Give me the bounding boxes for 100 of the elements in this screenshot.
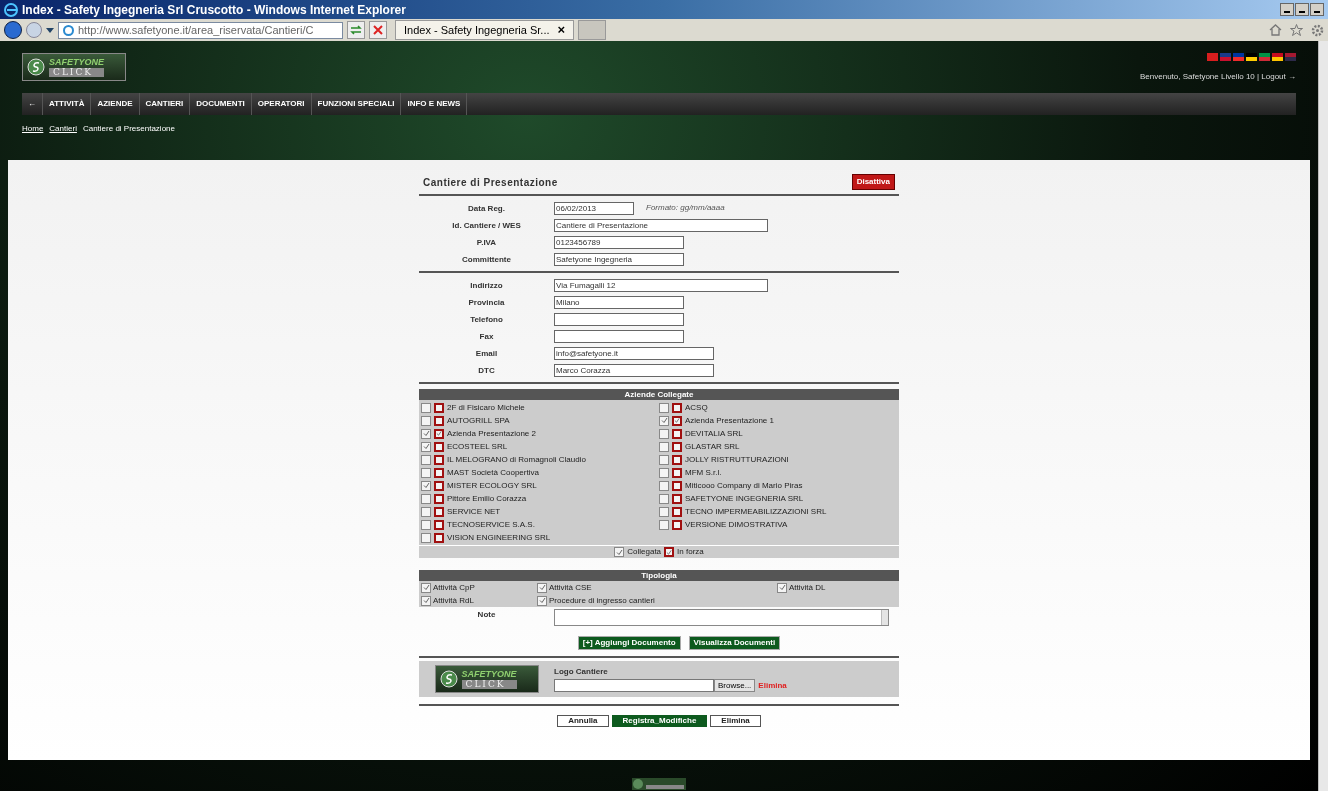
input-field[interactable]: Cantiere di Presentazione	[554, 218, 768, 232]
checkbox[interactable]	[672, 402, 682, 413]
input-field[interactable]: Milano	[554, 295, 684, 309]
checkbox[interactable]	[421, 454, 431, 465]
checkbox[interactable]	[434, 454, 444, 465]
checkbox[interactable]	[672, 467, 682, 478]
checkbox[interactable]	[421, 402, 431, 413]
checkbox[interactable]	[659, 402, 669, 413]
dropdown-icon[interactable]	[46, 27, 54, 33]
address-field[interactable]: http://www.safetyone.it/area_riservata/Cantieri/C	[58, 21, 343, 39]
checkbox[interactable]	[434, 415, 444, 426]
checkbox[interactable]	[434, 428, 444, 439]
checkbox[interactable]	[421, 595, 431, 606]
nav-link[interactable]: INFO E NEWS	[401, 93, 468, 115]
checkbox[interactable]	[672, 441, 682, 452]
browser-tab[interactable]: Index - Safety Ingegneria Sr... ×	[395, 20, 575, 40]
input-field[interactable]	[554, 312, 684, 326]
company-name: SAFETYONE INGEGNERIA SRL	[685, 492, 804, 505]
checkbox[interactable]	[672, 454, 682, 465]
checkbox[interactable]	[421, 467, 431, 478]
action-button[interactable]: Registra_Modifiche	[611, 715, 708, 727]
star-icon[interactable]	[1290, 24, 1303, 36]
document-button[interactable]: Visualizza Documenti	[688, 636, 781, 650]
input-field[interactable]: info@safetyone.it	[554, 346, 714, 360]
checkbox[interactable]	[659, 428, 669, 439]
nav-link[interactable]: ←	[22, 93, 43, 115]
checkbox[interactable]	[614, 547, 625, 557]
action-button[interactable]: Annulla	[557, 715, 609, 727]
home-icon[interactable]	[1269, 24, 1282, 36]
checkbox[interactable]	[421, 493, 431, 504]
checkbox[interactable]	[434, 441, 444, 452]
checkbox[interactable]	[672, 428, 682, 439]
action-button[interactable]: Elimina	[710, 715, 761, 727]
checkbox[interactable]	[659, 519, 669, 530]
input-field[interactable]	[554, 329, 684, 343]
document-button[interactable]: [+] Aggiungi Documento	[577, 636, 681, 650]
breadcrumb-link[interactable]: Cantieri	[49, 123, 77, 135]
breadcrumb-link[interactable]: Home	[22, 123, 44, 135]
logo-text: SAFETYONE	[49, 57, 104, 67]
minimize-icon[interactable]	[1280, 3, 1294, 16]
checkbox[interactable]	[672, 506, 682, 517]
new-tab-button[interactable]	[578, 20, 607, 40]
browse-button[interactable]: Browse...	[714, 679, 756, 692]
field-label: Id. Cantiere / WES	[451, 220, 522, 230]
checkbox[interactable]	[537, 595, 547, 606]
checkbox[interactable]	[537, 582, 547, 593]
checkbox[interactable]	[659, 493, 669, 504]
checkbox[interactable]	[659, 467, 669, 478]
breadcrumb-text: Cantiere di Presentazione	[82, 123, 175, 135]
checkbox[interactable]	[777, 582, 787, 593]
checkbox[interactable]	[672, 480, 682, 491]
checkbox[interactable]	[659, 480, 669, 491]
close-icon[interactable]: ×	[557, 20, 566, 40]
input-field[interactable]: Marco Corazza	[554, 363, 714, 377]
checkbox[interactable]	[659, 415, 669, 426]
checkbox[interactable]	[659, 454, 669, 465]
nav-link[interactable]: OPERATORI	[251, 93, 312, 115]
checkbox[interactable]	[659, 441, 669, 452]
checkbox[interactable]	[434, 467, 444, 478]
checkbox[interactable]	[421, 506, 431, 517]
settings-icon[interactable]	[1311, 23, 1324, 37]
nav-link[interactable]: ATTIVITÀ	[43, 93, 92, 115]
checkbox[interactable]	[664, 547, 675, 557]
input-field[interactable]: 06/02/2013	[554, 201, 634, 215]
deactivate-button[interactable]: Disattiva	[851, 174, 895, 190]
checkbox[interactable]	[421, 519, 431, 530]
nav-link[interactable]: DOCUMENTI	[190, 93, 252, 115]
checkbox[interactable]	[434, 402, 444, 413]
type-label: Attività CpP	[433, 581, 475, 594]
input-field[interactable]: Safetyone Ingegneria	[554, 252, 684, 266]
checkbox[interactable]	[421, 480, 431, 491]
company-name: ECOSTEEL SRL	[447, 440, 508, 453]
file-field[interactable]	[554, 679, 714, 692]
checkbox[interactable]	[659, 506, 669, 517]
checkbox[interactable]	[434, 480, 444, 491]
refresh-icon[interactable]	[347, 21, 365, 39]
nav-link[interactable]: FUNZIONI SPECIALI	[311, 93, 402, 115]
flag-icon[interactable]	[1246, 53, 1257, 61]
logo-text: SAFETYONE	[461, 669, 517, 679]
checkbox[interactable]	[421, 582, 431, 593]
checkbox[interactable]	[434, 493, 444, 504]
input-field[interactable]: 0123456789	[554, 235, 684, 249]
checkbox[interactable]	[672, 519, 682, 530]
checkbox[interactable]	[672, 415, 682, 426]
note-field[interactable]	[554, 609, 889, 626]
checkbox[interactable]	[421, 532, 431, 543]
checkbox[interactable]	[421, 441, 431, 452]
field-label: Provincia	[467, 297, 506, 307]
company-name: TECNO IMPERMEABILIZZAZIONI SRL	[685, 505, 827, 518]
checkbox[interactable]	[434, 532, 444, 543]
nav-link[interactable]: AZIENDE	[91, 93, 140, 115]
scrollbar[interactable]	[1318, 41, 1328, 791]
checkbox[interactable]	[434, 506, 444, 517]
checkbox[interactable]	[434, 519, 444, 530]
input-field[interactable]: Via Fumagalli 12	[554, 278, 768, 292]
checkbox[interactable]	[421, 415, 431, 426]
checkbox[interactable]	[421, 428, 431, 439]
checkbox[interactable]	[672, 493, 682, 504]
stop-icon[interactable]	[369, 21, 387, 39]
nav-link[interactable]: CANTIERI	[139, 93, 191, 115]
